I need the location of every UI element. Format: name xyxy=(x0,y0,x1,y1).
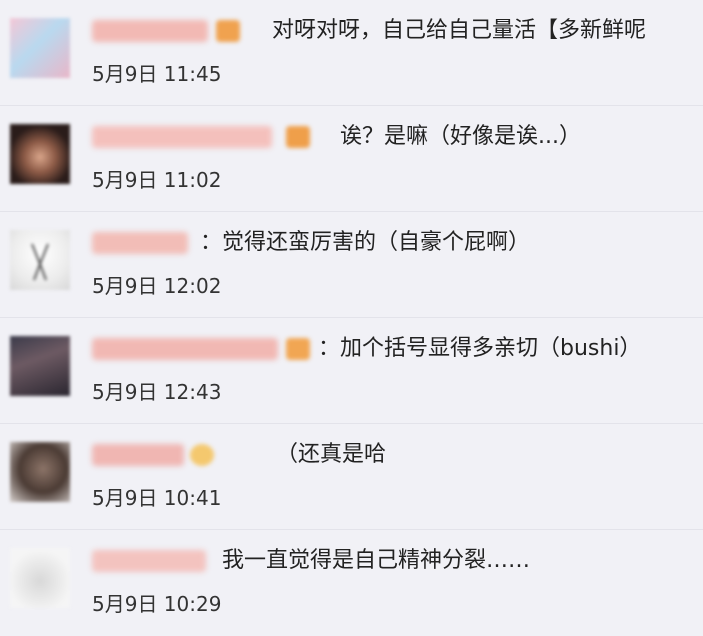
comment-item: （还真是哈 5月9日 10:41 xyxy=(0,424,703,530)
user-badge-icon xyxy=(286,338,310,360)
user-badge-icon xyxy=(216,20,240,42)
avatar[interactable] xyxy=(10,18,70,78)
comment-text: 诶？是嘛（好像是诶...） xyxy=(340,124,581,149)
comment-list: 对呀对呀，自己给自己量活【多新鲜呢 5月9日 11:45 诶？是嘛（好像是诶..… xyxy=(0,0,703,636)
avatar-drawing-icon xyxy=(31,243,49,281)
comment-item: 我一直觉得是自己精神分裂…… 5月9日 10:29 xyxy=(0,530,703,636)
comment-text: （还真是哈 xyxy=(276,442,387,467)
comment-text: 我一直觉得是自己精神分裂…… xyxy=(222,548,531,573)
username-redacted[interactable] xyxy=(92,20,208,42)
username-redacted[interactable] xyxy=(92,338,278,360)
username-redacted[interactable] xyxy=(92,232,188,254)
avatar[interactable] xyxy=(10,124,70,184)
avatar[interactable] xyxy=(10,336,70,396)
comment-timestamp: 5月9日 11:02 xyxy=(92,168,222,192)
comment-item: 诶？是嘛（好像是诶...） 5月9日 11:02 xyxy=(0,106,703,212)
user-badge-icon xyxy=(190,444,214,466)
avatar[interactable] xyxy=(10,442,70,502)
comment-text: ：觉得还蛮厉害的（自豪个屁啊） xyxy=(200,230,531,255)
user-badge-icon xyxy=(286,126,310,148)
comment-timestamp: 5月9日 10:41 xyxy=(92,486,222,510)
comment-item: 对呀对呀，自己给自己量活【多新鲜呢 5月9日 11:45 xyxy=(0,0,703,106)
comment-text: 对呀对呀，自己给自己量活【多新鲜呢 xyxy=(272,18,647,43)
username-redacted[interactable] xyxy=(92,444,184,466)
comment-timestamp: 5月9日 12:02 xyxy=(92,274,222,298)
comment-item: ：加个括号显得多亲切（bushi） 5月9日 12:43 xyxy=(0,318,703,424)
comment-timestamp: 5月9日 11:45 xyxy=(92,62,222,86)
username-redacted[interactable] xyxy=(92,126,272,148)
comment-timestamp: 5月9日 10:29 xyxy=(92,592,222,616)
comment-item: ：觉得还蛮厉害的（自豪个屁啊） 5月9日 12:02 xyxy=(0,212,703,318)
avatar[interactable] xyxy=(10,548,70,608)
username-redacted[interactable] xyxy=(92,550,206,572)
avatar[interactable] xyxy=(10,230,70,290)
comment-timestamp: 5月9日 12:43 xyxy=(92,380,222,404)
comment-text: ：加个括号显得多亲切（bushi） xyxy=(318,336,642,361)
